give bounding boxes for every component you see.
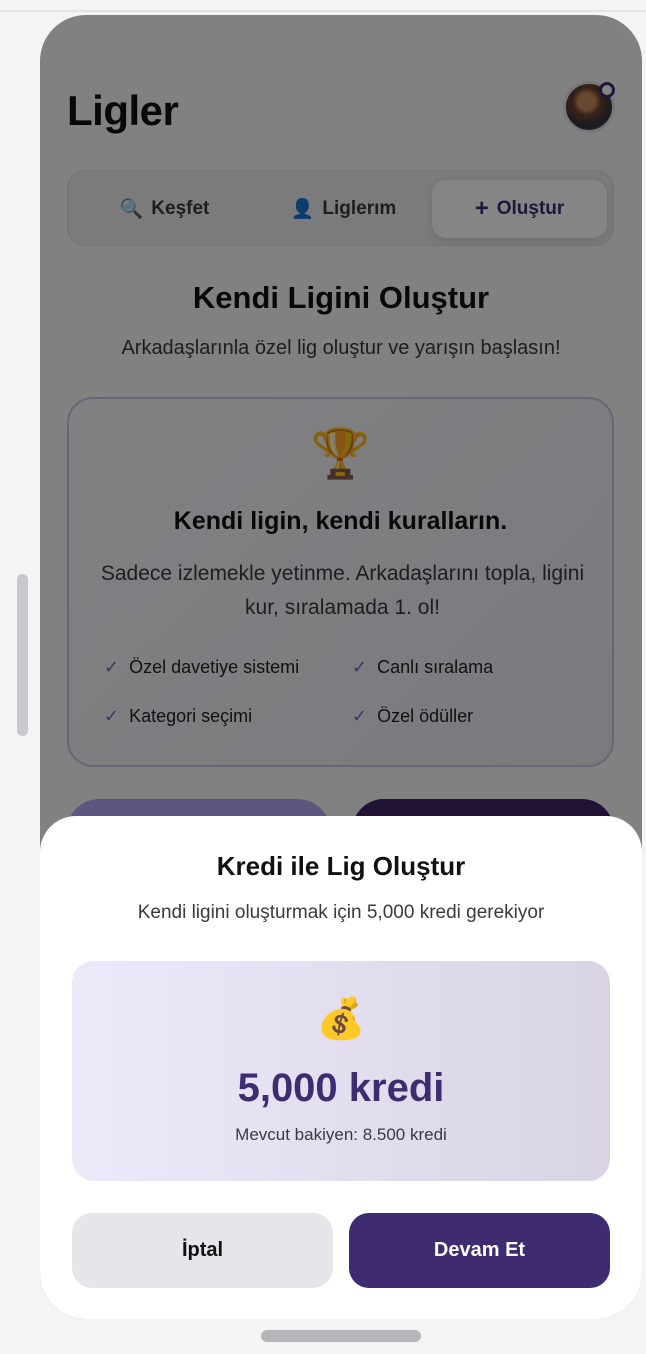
modal-subtitle: Kendi ligini oluşturmak için 5,000 kredi… [137, 902, 545, 923]
current-balance: Mevcut bakiyen: 8.500 kredi [235, 1125, 447, 1144]
scrollbar-thumb[interactable] [17, 574, 28, 736]
bottom-sheet: Kredi ile Lig Oluştur Kendi ligini oluşt… [40, 816, 642, 1319]
credit-summary-box: 💰 5,000 kredi Mevcut bakiyen: 8.500 kred… [72, 961, 610, 1181]
modal-title: Kredi ile Lig Oluştur [216, 851, 466, 881]
home-indicator [261, 1330, 421, 1342]
phone-screen: Ligler 🔍 Keşfet 👤 Liglerım + Oluştur Ken… [40, 15, 642, 1319]
continue-button[interactable]: Devam Et [349, 1213, 610, 1288]
cancel-button[interactable]: İptal [72, 1213, 333, 1288]
top-divider [0, 10, 646, 12]
credit-amount: 5,000 kredi [237, 1066, 445, 1110]
money-bag-icon: 💰 [316, 997, 366, 1041]
